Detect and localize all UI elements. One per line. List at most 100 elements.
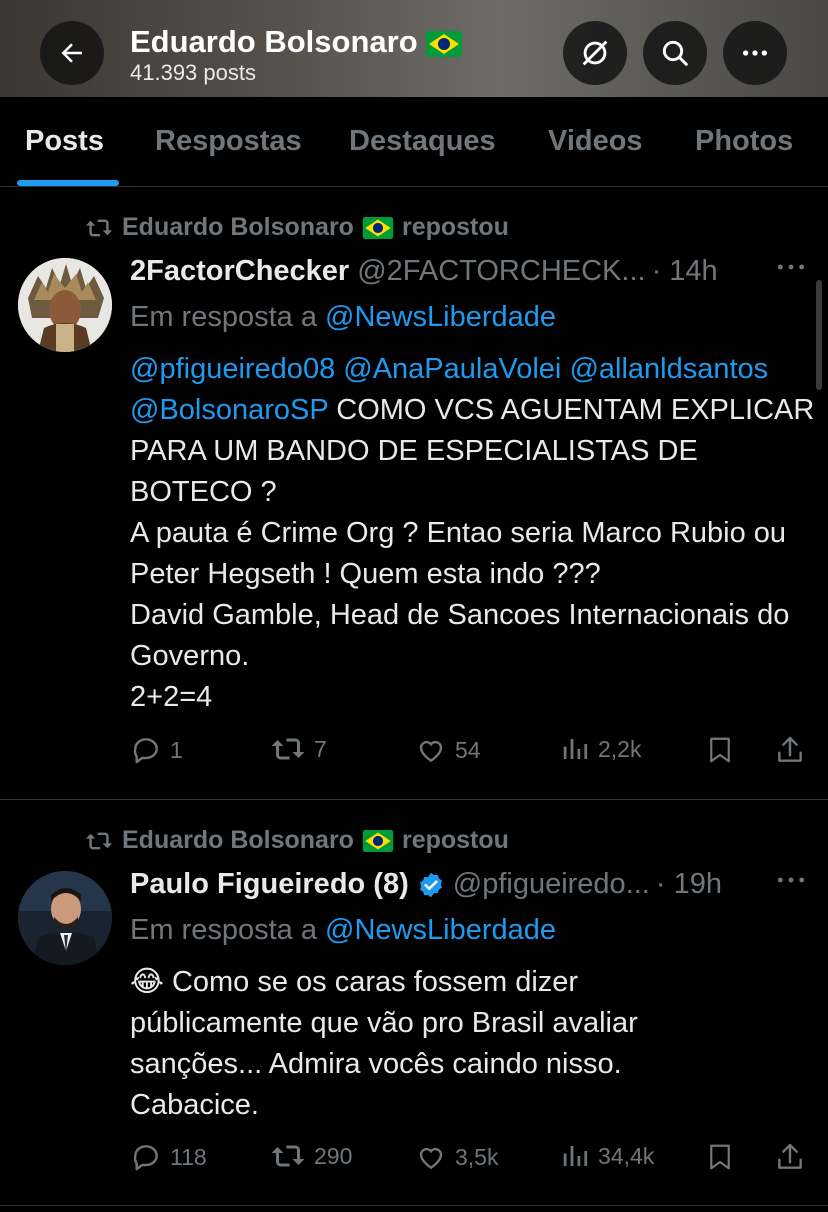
heart-icon — [419, 740, 443, 763]
share-button[interactable] — [774, 1141, 806, 1173]
tab-respostas[interactable]: Respostas — [155, 125, 302, 158]
brazil-flag-icon — [426, 30, 463, 57]
author-name[interactable]: Paulo Figueiredo (8) — [130, 868, 409, 901]
reply-prefix: Em resposta a — [130, 301, 317, 333]
profile-tabs: Posts Respostas Destaques Videos Photos — [0, 97, 828, 187]
tweet-more-button[interactable] — [775, 866, 807, 897]
active-tab-indicator — [17, 180, 119, 186]
like-count: 54 — [455, 736, 481, 763]
tweet-text: 😂 Como se os caras fossem dizer públicam… — [130, 962, 730, 1126]
share-button[interactable] — [774, 734, 806, 766]
laughing-emoji: 😂 — [130, 966, 164, 998]
tweet-author-line: 2FactorChecker @2FACTORCHECK... · 14h — [130, 255, 718, 288]
author-handle[interactable]: @2FACTORCHECK... — [357, 255, 645, 288]
reply-to-mention[interactable]: @NewsLiberdade — [325, 914, 556, 946]
tweet-divider — [0, 1205, 828, 1206]
notifications-button[interactable] — [563, 21, 627, 85]
heart-icon — [419, 1147, 443, 1170]
repost-indicator: Eduardo Bolsonaro repostou — [84, 826, 509, 855]
views-button[interactable]: 34,4k — [560, 1141, 654, 1171]
reply-icon — [133, 738, 158, 764]
reposted-label: repostou — [401, 826, 509, 854]
repost-icon — [271, 1145, 305, 1167]
repost-count: 290 — [314, 1142, 353, 1169]
verified-badge-icon — [419, 872, 442, 897]
avatar[interactable] — [18, 258, 112, 352]
reply-icon — [133, 1145, 158, 1171]
avatar-image — [18, 871, 112, 965]
share-icon — [778, 1143, 802, 1169]
brazil-flag-icon — [362, 829, 394, 852]
reply-button[interactable]: 1 — [130, 734, 183, 766]
more-horizontal-icon — [777, 877, 805, 883]
tweet-actions: 118 290 3,5k 34,4k — [130, 1141, 810, 1181]
avatar-image — [18, 258, 112, 352]
reposted-by[interactable]: Eduardo Bolsonaro — [122, 213, 354, 242]
reply-context: Em resposta a @NewsLiberdade — [130, 301, 556, 334]
analytics-icon — [563, 739, 588, 759]
more-options-button[interactable] — [723, 21, 787, 85]
tweet-time[interactable]: · 19h — [656, 868, 722, 901]
bookmark-button[interactable] — [705, 1141, 735, 1173]
bookmark-icon — [710, 1144, 730, 1170]
search-button[interactable] — [643, 21, 707, 85]
tweet-text-segment: A pauta é Crime Org ? Entao seria Marco … — [130, 517, 787, 590]
views-count: 34,4k — [598, 1142, 655, 1169]
tweet-more-button[interactable] — [775, 253, 807, 284]
reply-to-mention[interactable]: @NewsLiberdade — [325, 301, 556, 333]
avatar[interactable] — [18, 871, 112, 965]
tab-photos[interactable]: Photos — [695, 125, 793, 158]
more-horizontal-icon — [743, 50, 767, 56]
like-button[interactable]: 54 — [415, 734, 481, 766]
reply-count: 118 — [170, 1143, 207, 1170]
repost-button[interactable]: 290 — [270, 1141, 352, 1171]
tweet-text-segment: Como se os caras fossem dizer públicamen… — [130, 966, 638, 1121]
profile-name-text: Eduardo Bolsonaro — [130, 24, 418, 59]
tab-videos[interactable]: Videos — [548, 125, 643, 158]
bookmark-button[interactable] — [705, 734, 735, 766]
repost-button[interactable]: 7 — [270, 734, 327, 764]
repost-icon — [271, 738, 305, 760]
tweet[interactable]: Eduardo Bolsonaro repostou 2FactorChecke… — [0, 187, 828, 799]
reply-context: Em resposta a @NewsLiberdade — [130, 914, 556, 947]
reply-count: 1 — [170, 736, 183, 763]
bookmark-icon — [710, 737, 730, 763]
mention-link[interactable]: @BolsonaroSP — [130, 394, 328, 426]
reposted-by[interactable]: Eduardo Bolsonaro — [122, 826, 354, 855]
author-handle[interactable]: @pfigueiredo... — [453, 868, 650, 901]
brazil-flag-icon — [362, 216, 394, 239]
profile-name: Eduardo Bolsonaro — [130, 24, 463, 60]
back-button[interactable] — [40, 21, 104, 85]
repost-indicator: Eduardo Bolsonaro repostou — [84, 213, 509, 242]
mention-link[interactable]: @pfigueiredo08 — [130, 353, 335, 385]
mention-link[interactable]: @AnaPaulaVolei — [343, 353, 561, 385]
tweet-author-line: Paulo Figueiredo (8) @pfigueiredo... · 1… — [130, 868, 722, 901]
arrow-left-icon — [61, 43, 82, 63]
repost-icon — [85, 219, 113, 236]
share-icon — [778, 736, 802, 762]
tweet-text-segment: David Gamble, Head de Sancoes Internacio… — [130, 599, 790, 672]
like-count: 3,5k — [455, 1143, 499, 1170]
tweet-text: @pfigueiredo08 @AnaPaulaVolei @allanldsa… — [130, 349, 820, 718]
reply-prefix: Em resposta a — [130, 914, 317, 946]
like-button[interactable]: 3,5k — [415, 1141, 498, 1173]
repost-count: 7 — [314, 735, 327, 762]
reply-button[interactable]: 118 — [130, 1141, 207, 1173]
tab-destaques[interactable]: Destaques — [349, 125, 496, 158]
tweet[interactable]: Eduardo Bolsonaro repostou Paulo Figueir… — [0, 800, 828, 1212]
reposted-label: repostou — [401, 213, 509, 241]
tweet-actions: 1 7 54 2,2k — [130, 734, 810, 774]
tweet-time[interactable]: · 14h — [652, 255, 718, 288]
views-button[interactable]: 2,2k — [560, 734, 641, 764]
mention-link[interactable]: @allanldsantos — [569, 353, 768, 385]
more-horizontal-icon — [777, 264, 805, 270]
repost-icon — [85, 832, 113, 849]
author-name[interactable]: 2FactorChecker — [130, 255, 349, 288]
tweet-text-segment: 2+2=4 — [130, 681, 213, 713]
views-count: 2,2k — [598, 735, 642, 762]
post-count: 41.393 posts — [130, 60, 256, 85]
bell-off-icon — [582, 40, 608, 66]
analytics-icon — [563, 1146, 588, 1166]
search-icon — [662, 40, 688, 66]
tab-posts[interactable]: Posts — [25, 125, 104, 158]
